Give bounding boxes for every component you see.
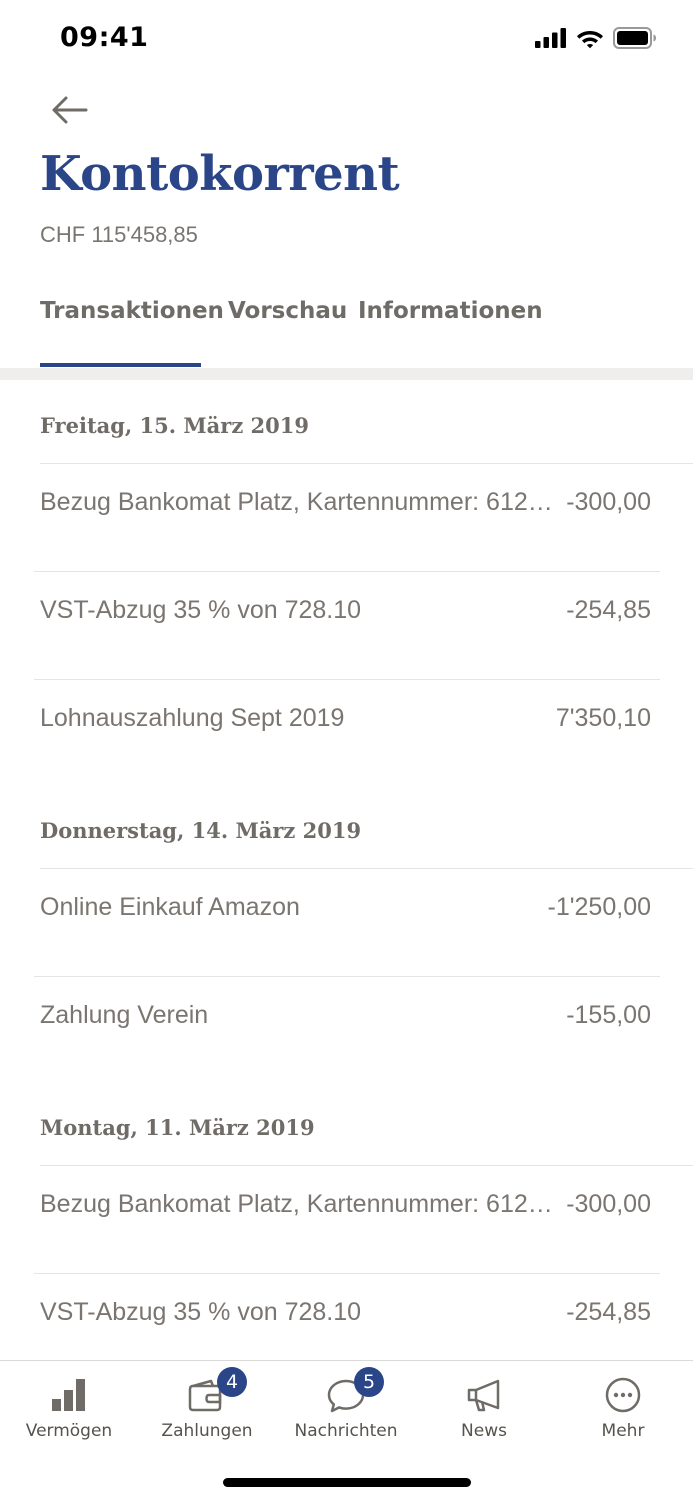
transaction-description: Zahlung Verein (40, 1001, 209, 1029)
transaction-row[interactable]: Lohnauszahlung Sept 2019 7'350,10 (0, 680, 693, 787)
transaction-amount: -254,85 (566, 1298, 651, 1326)
tab-separator (0, 368, 693, 380)
status-icons (535, 26, 657, 50)
transaction-row[interactable]: VST-Abzug 35 % von 728.10 -254,85 (0, 1274, 693, 1360)
tab-news[interactable]: News (415, 1361, 553, 1461)
transaction-row[interactable]: Online Einkauf Amazon -1'250,00 (0, 869, 693, 976)
tab-vorschau[interactable]: Vorschau (228, 298, 347, 324)
transaction-amount: 7'350,10 (555, 704, 651, 732)
page-title: Kontokorrent (40, 146, 400, 202)
bar-chart-icon (52, 1379, 85, 1411)
megaphone-icon (467, 1379, 500, 1412)
transaction-list[interactable]: Freitag, 15. März 2019 Bezug Bankomat Pl… (0, 380, 693, 1360)
tab-bar-top: Transaktionen Vorschau Informationen (0, 290, 693, 368)
tab-transaktionen[interactable]: Transaktionen (40, 298, 224, 324)
status-bar: 09:41 (0, 0, 693, 78)
tab-label: Nachrichten (294, 1421, 398, 1441)
transaction-row[interactable]: Zahlung Verein -155,00 (0, 977, 693, 1084)
tab-label: Vermögen (25, 1421, 113, 1441)
transaction-amount: -300,00 (566, 488, 651, 516)
back-button[interactable] (48, 88, 92, 132)
transaction-row[interactable]: Bezug Bankomat Platz, Kartennummer: 6123… (0, 1166, 693, 1273)
transaction-description: VST-Abzug 35 % von 728.10 (40, 1298, 362, 1326)
arrow-left-icon (52, 96, 88, 124)
date-header: Donnerstag, 14. März 2019 (40, 818, 362, 843)
status-time: 09:41 (60, 22, 149, 53)
transaction-amount: -254,85 (566, 596, 651, 624)
tab-mehr[interactable]: Mehr (554, 1361, 692, 1461)
tab-label: Zahlungen (161, 1421, 253, 1441)
transaction-description: Bezug Bankomat Platz, Kartennummer: 6123… (40, 1190, 555, 1218)
transaction-row[interactable]: Bezug Bankomat Platz, Kartennummer: 6123… (0, 464, 693, 571)
date-header: Freitag, 15. März 2019 (40, 413, 310, 438)
transaction-amount: -1'250,00 (547, 893, 651, 921)
transaction-description: Bezug Bankomat Platz, Kartennummer: 6123… (40, 488, 555, 516)
transaction-description: Online Einkauf Amazon (40, 893, 300, 921)
tab-label: News (461, 1421, 507, 1441)
account-balance: CHF 115'458,85 (40, 222, 198, 247)
date-header: Montag, 11. März 2019 (40, 1115, 315, 1140)
transaction-row[interactable]: VST-Abzug 35 % von 728.10 -254,85 (0, 572, 693, 679)
tab-nachrichten[interactable]: 5 Nachrichten (277, 1361, 415, 1461)
transaction-description: VST-Abzug 35 % von 728.10 (40, 596, 362, 624)
active-tab-indicator (40, 363, 201, 367)
home-indicator (223, 1478, 471, 1487)
notification-badge: 5 (354, 1367, 384, 1397)
app-screen: 09:41 Kontokorrent CHF 115'458,85 Transa… (0, 0, 693, 1500)
more-icon (605, 1377, 641, 1413)
tab-zahlungen[interactable]: 4 Zahlungen (138, 1361, 276, 1461)
bottom-tab-bar: Vermögen 4 Zahlungen 5 Nachrichten News … (0, 1360, 693, 1500)
wifi-icon (577, 30, 603, 48)
tab-informationen[interactable]: Informationen (358, 298, 543, 324)
transaction-amount: -300,00 (566, 1190, 651, 1218)
battery-icon (613, 27, 656, 49)
tab-label: Mehr (601, 1421, 645, 1441)
cellular-signal-icon (535, 28, 566, 48)
transaction-amount: -155,00 (566, 1001, 651, 1029)
notification-badge: 4 (217, 1367, 247, 1397)
transaction-description: Lohnauszahlung Sept 2019 (40, 704, 345, 732)
tab-vermoegen[interactable]: Vermögen (0, 1361, 138, 1461)
